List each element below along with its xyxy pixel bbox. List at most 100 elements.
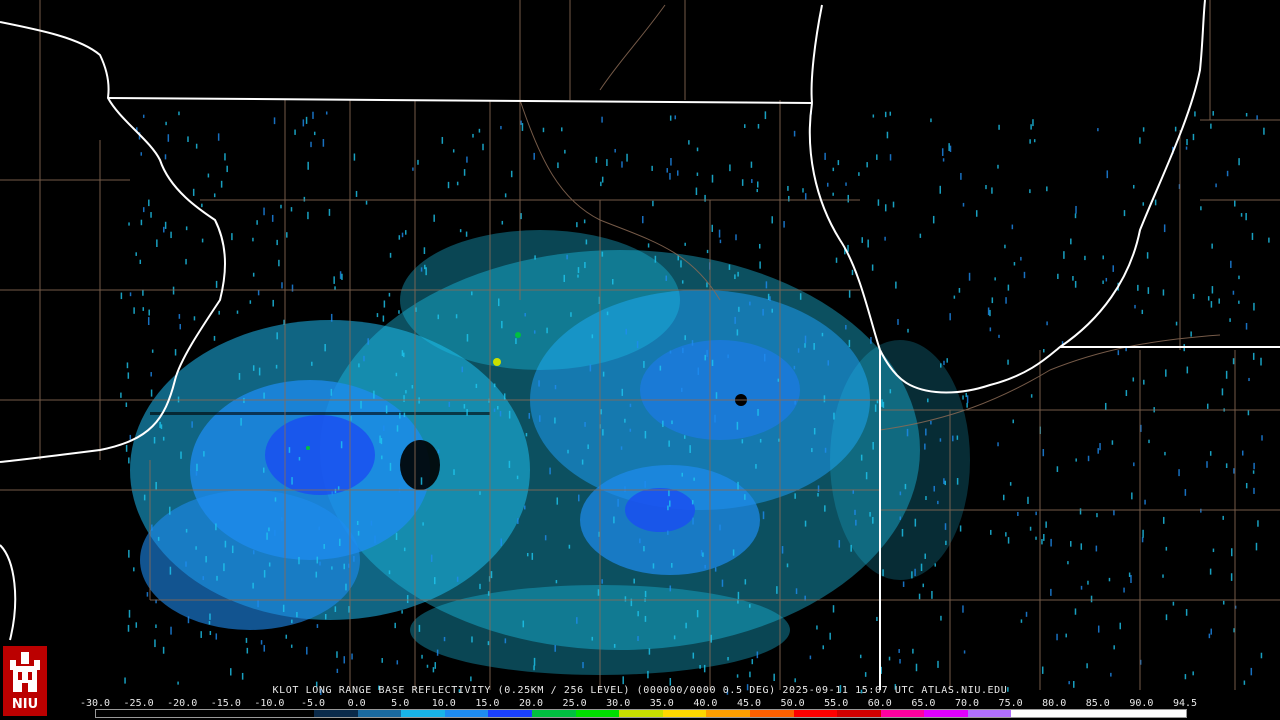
- echo-speckle: [1209, 451, 1212, 456]
- echo-speckle: [1113, 645, 1115, 650]
- echo-speckle: [399, 412, 401, 419]
- echo-speckle: [1210, 123, 1212, 129]
- colorbar-tick-label: 25.0: [562, 698, 587, 709]
- echo-speckle: [710, 634, 712, 643]
- echo-speckle: [348, 563, 350, 568]
- echo-speckle: [611, 279, 614, 285]
- echo-speckle: [215, 633, 218, 640]
- echo-speckle: [224, 540, 227, 548]
- tower-icon: [10, 652, 40, 692]
- echo-speckle: [1165, 369, 1167, 377]
- echo-speckle: [1255, 542, 1258, 551]
- echo-speckle: [1212, 548, 1215, 553]
- echo-speckle: [811, 448, 813, 453]
- echo-speckle: [396, 425, 399, 432]
- echo-speckle: [1102, 255, 1104, 260]
- colorbar-segment: [313, 710, 358, 717]
- echo-speckle: [471, 636, 473, 643]
- echo-speckle: [209, 613, 211, 620]
- echo-speckle: [1232, 290, 1235, 295]
- colorbar-segment: [488, 710, 532, 717]
- echo-speckle: [257, 600, 259, 608]
- echo-speckle: [290, 207, 293, 212]
- echo-speckle: [150, 212, 152, 218]
- echo-speckle: [837, 160, 840, 166]
- echo-speckle: [343, 656, 346, 664]
- echo-speckle: [162, 436, 165, 441]
- echo-speckle: [333, 276, 335, 284]
- colorbar-segment: [575, 710, 620, 717]
- echo-speckle: [997, 164, 999, 169]
- echo-speckle: [286, 232, 288, 238]
- echo-speckle: [882, 401, 885, 408]
- echo-speckle: [187, 616, 190, 624]
- echo-speckle: [771, 308, 773, 313]
- echo-speckle: [919, 233, 922, 238]
- echo-speckle: [652, 563, 655, 569]
- colorbar-tick-label: 15.0: [475, 698, 500, 709]
- echo-speckle: [169, 566, 172, 575]
- echo-speckle: [436, 649, 439, 656]
- echo-speckle: [727, 657, 729, 661]
- colorbar-tick-label: 35.0: [649, 698, 674, 709]
- echo-speckle: [1074, 280, 1077, 288]
- echo-speckle: [832, 167, 835, 172]
- echo-speckle: [169, 506, 171, 515]
- echo-speckle: [275, 364, 278, 369]
- echo-speckle: [1164, 451, 1166, 456]
- echo-speckle: [330, 313, 333, 322]
- echo-speckle: [644, 480, 646, 488]
- echo-speckle: [522, 620, 525, 628]
- echo-speckle: [411, 384, 414, 389]
- echo-speckle: [943, 478, 945, 485]
- colorbar-segment: [270, 710, 314, 717]
- colorbar-tick-label: 65.0: [911, 698, 936, 709]
- echo-speckle: [1238, 158, 1240, 166]
- echo-speckle: [958, 287, 961, 293]
- echo-speckle: [443, 636, 446, 642]
- echo-speckle: [479, 491, 481, 495]
- echo-speckle: [520, 213, 522, 220]
- colorbar-tick-label: 30.0: [606, 698, 631, 709]
- echo-speckle: [155, 624, 157, 628]
- echo-speckle: [523, 505, 526, 510]
- echo-speckle: [668, 440, 670, 447]
- echo-speckle: [432, 667, 435, 673]
- echo-speckle: [749, 604, 751, 608]
- echo-speckle: [732, 549, 735, 556]
- echo-speckle: [1230, 260, 1232, 268]
- echo-speckle: [600, 409, 602, 415]
- echo-speckle: [781, 546, 784, 554]
- echo-speckle: [1211, 243, 1213, 249]
- echo-speckle: [1099, 443, 1101, 451]
- echo-speckle: [735, 234, 737, 241]
- echo-speckle: [872, 516, 874, 524]
- echo-speckle: [683, 435, 686, 439]
- echo-speckle: [1184, 489, 1187, 496]
- echo-speckle: [367, 338, 369, 345]
- echo-speckle: [128, 222, 130, 226]
- echo-speckle: [1068, 681, 1070, 685]
- echo-speckle: [140, 219, 143, 226]
- echo-speckle: [1207, 296, 1210, 301]
- echo-speckle: [339, 538, 341, 546]
- echo-speckle: [706, 249, 709, 254]
- echo-speckle: [824, 447, 827, 453]
- echo-speckle: [597, 589, 600, 596]
- echo-speckle: [516, 475, 519, 480]
- echo-speckle: [205, 556, 207, 563]
- echo-speckle: [1218, 298, 1220, 304]
- echo-speckle: [128, 549, 130, 558]
- echo-speckle: [1075, 205, 1077, 214]
- echo-speckle: [765, 281, 768, 289]
- colorbar-segment: [444, 710, 489, 717]
- echo-speckle: [151, 349, 154, 353]
- echo-speckle: [135, 622, 138, 628]
- echo-speckle: [1086, 663, 1088, 669]
- colorbar-tick-label: 80.0: [1042, 698, 1067, 709]
- echo-speckle: [832, 192, 834, 196]
- echo-speckle: [422, 522, 424, 526]
- echo-speckle: [817, 492, 819, 497]
- echo-speckle: [848, 339, 851, 348]
- echo-speckle: [339, 271, 342, 279]
